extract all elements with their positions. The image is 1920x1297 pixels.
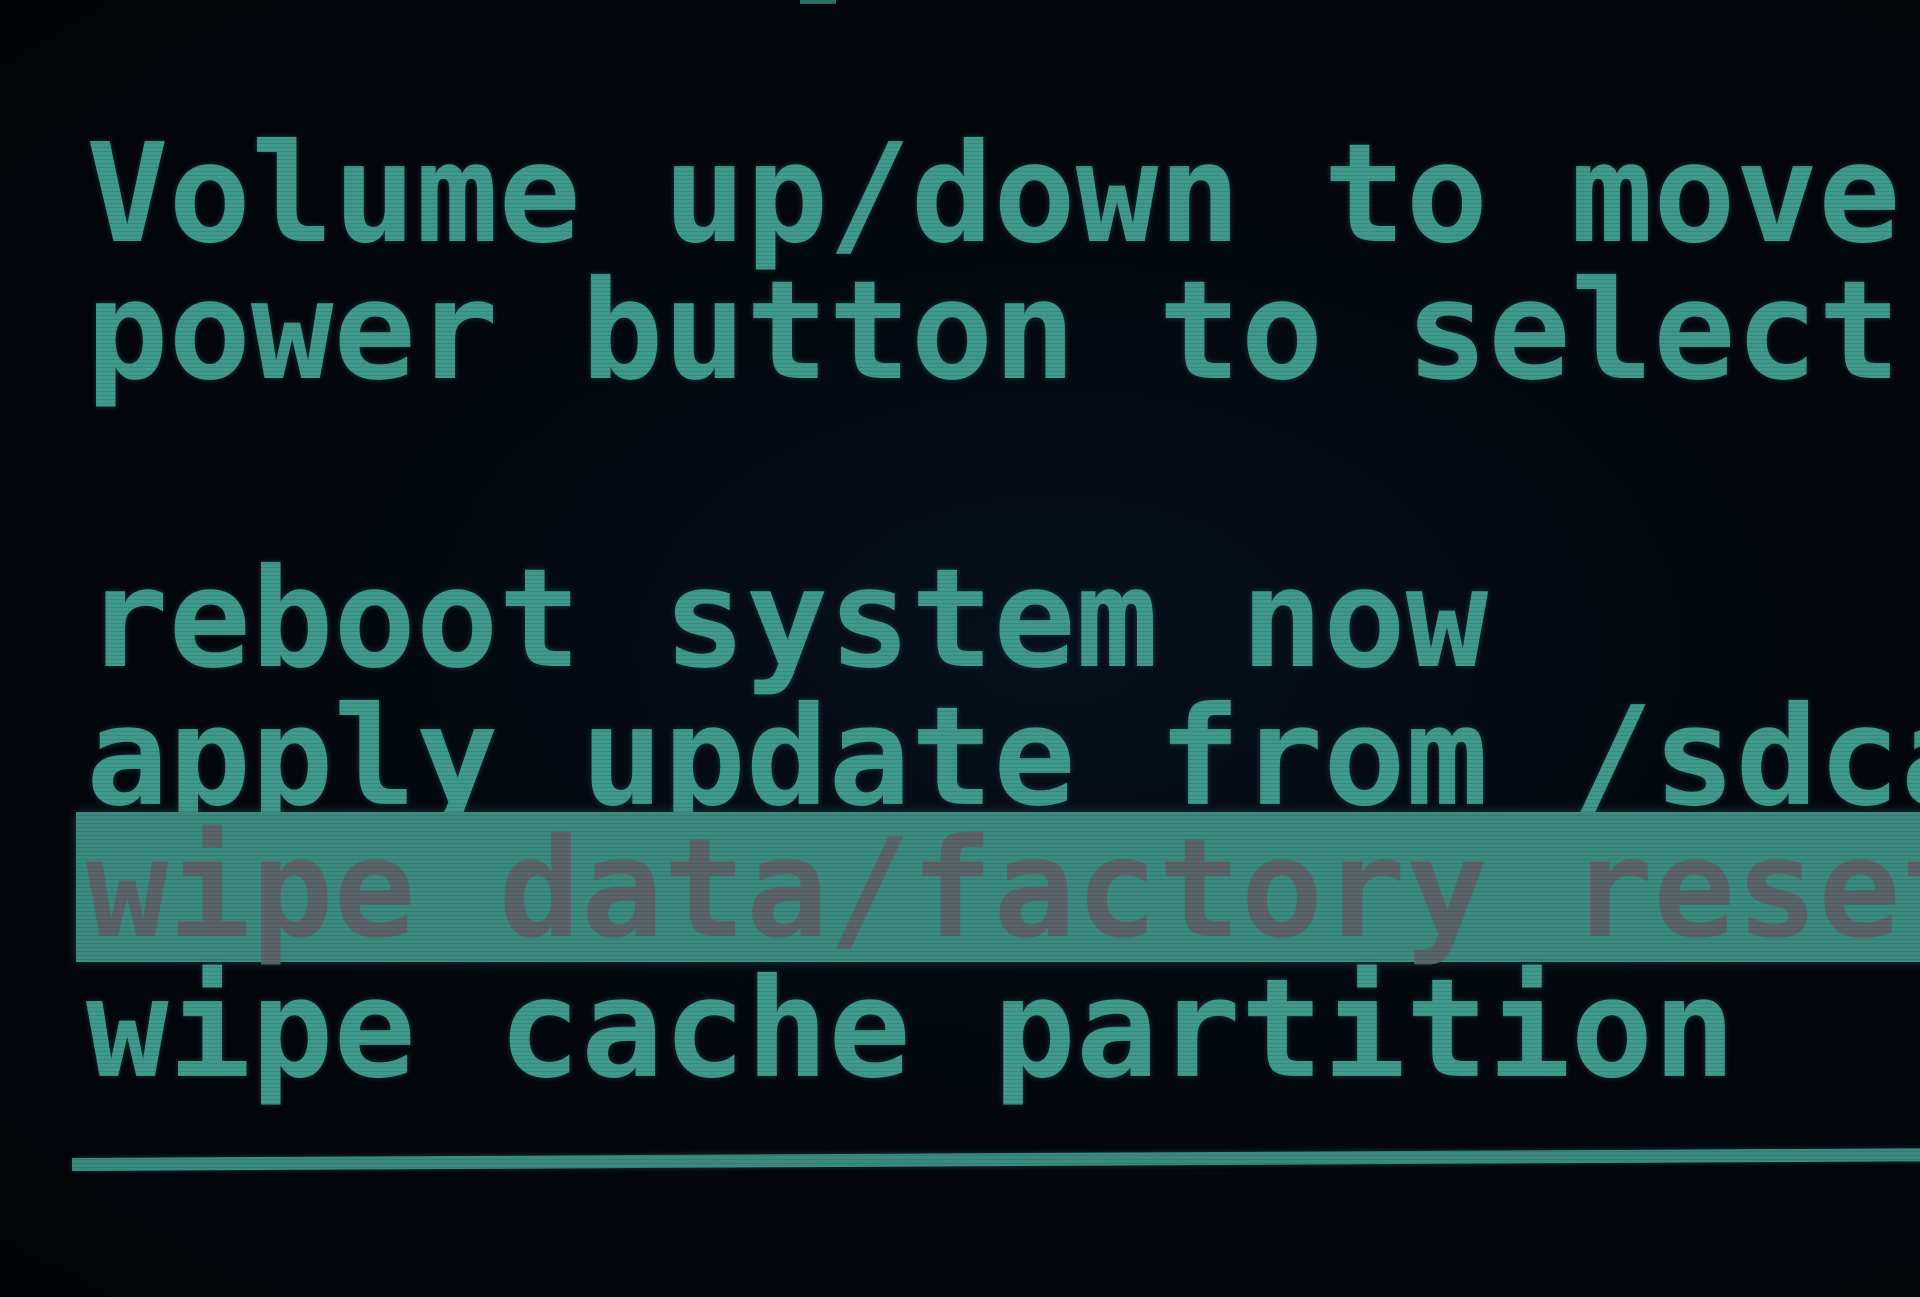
recovery-screen: Volume up/down to move h power button to…: [0, 0, 1920, 1297]
menu-divider: [71, 1148, 1920, 1171]
instruction-line-1: Volume up/down to move h: [86, 115, 1920, 274]
menu-item-label-selected: wipe data/factory reset: [86, 810, 1920, 969]
menu-item-apply-update-from-sdcard[interactable]: apply update from /sdcar: [86, 688, 1920, 828]
partial-text-fragment: [800, 0, 836, 4]
menu-item-reboot-system-now[interactable]: reboot system now: [86, 550, 1488, 690]
instruction-line-2: power button to select.: [86, 252, 1920, 411]
menu-item-wipe-cache-partition[interactable]: wipe cache partition: [86, 960, 1736, 1100]
menu-item-wipe-data-factory-reset[interactable]: wipe data/factory reset: [76, 812, 1920, 962]
